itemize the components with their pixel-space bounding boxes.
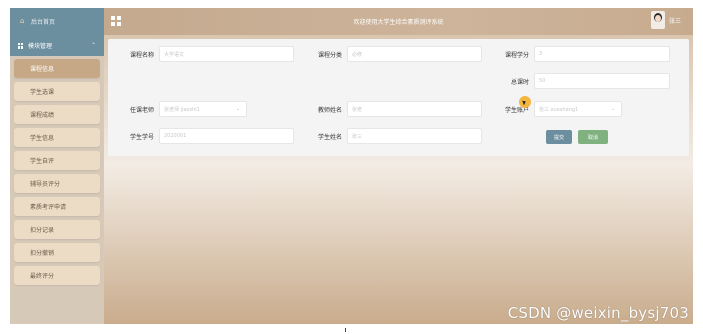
watermark-text: CSDN @weixin_bysj703: [507, 304, 689, 322]
sidebar-item-student-info[interactable]: 学生信息: [14, 128, 100, 147]
sidebar-item-course-selection[interactable]: 学生选课: [14, 82, 100, 101]
home-label: 后台首页: [31, 19, 56, 26]
sidebar-item-deduction-revoke[interactable]: 扣分撤销: [14, 243, 100, 262]
course-name-field: 课程名称 大学语文: [120, 46, 294, 62]
student-name-input[interactable]: 张三: [347, 128, 482, 144]
mouse-cursor-icon: [519, 96, 531, 108]
total-hours-field: 总课时 50: [495, 73, 670, 89]
sidebar-item-label: 课程成绩: [30, 112, 55, 119]
sidebar-item-label: 最终评分: [30, 273, 55, 280]
sidebar-item-label: 学生选课: [30, 89, 55, 96]
sidebar-menu: 课程信息 学生选课 课程成绩 学生信息 学生自评 辅导员评分 素质考评申请 扣分…: [10, 56, 104, 285]
avatar: [650, 11, 665, 29]
total-hours-label: 总课时: [510, 78, 529, 86]
top-bar: ⌂ 后台首页 欢迎使用大学生综合素质测评系统 张三: [10, 8, 693, 35]
chevron-down-icon: ⌄: [235, 106, 240, 112]
course-credit-label: 课程学分: [504, 51, 529, 59]
teacher-select-value: 张老师 jiaoshi1: [164, 106, 200, 113]
teacher-select[interactable]: 张老师 jiaoshi1 ⌄: [159, 101, 247, 117]
student-account-select[interactable]: 张三 xuesheng1 ⌄: [534, 101, 622, 117]
sidebar-item-label: 课程信息: [30, 66, 55, 73]
student-name-label: 学生姓名: [317, 133, 342, 141]
app-frame: ⌂ 后台首页 欢迎使用大学生综合素质测评系统 张三 模块管理 ⌃ 课程信息 学生…: [10, 8, 693, 324]
sidebar-section-title: 模块管理: [28, 43, 53, 50]
sidebar-item-final-score[interactable]: 最终评分: [14, 266, 100, 285]
sidebar-section-header[interactable]: 模块管理 ⌃: [10, 35, 104, 56]
sidebar-item-label: 学生自评: [30, 158, 55, 165]
page-divider-mark: [345, 328, 346, 332]
student-id-input[interactable]: 2020001: [159, 128, 294, 144]
home-link[interactable]: ⌂ 后台首页: [10, 8, 104, 35]
student-id-label: 学生学号: [129, 133, 154, 141]
welcome-text: 欢迎使用大学生综合素质测评系统: [353, 19, 444, 26]
teacher-label: 任课老师: [129, 106, 154, 114]
teacher-field: 任课老师 张老师 jiaoshi1 ⌄: [120, 101, 247, 117]
student-account-select-value: 张三 xuesheng1: [539, 106, 579, 113]
student-account-field: 学生账户 张三 xuesheng1 ⌄: [495, 101, 622, 117]
header-bar: 欢迎使用大学生综合素质测评系统 张三: [104, 8, 693, 35]
course-credit-field: 课程学分 3: [495, 46, 670, 62]
sidebar-item-label: 扣分撤销: [30, 250, 55, 257]
teacher-name-input[interactable]: 张老: [347, 101, 482, 117]
sidebar-item-label: 辅导员评分: [30, 181, 61, 188]
course-category-input[interactable]: 必修: [347, 46, 482, 62]
sidebar-item-self-evaluation[interactable]: 学生自评: [14, 151, 100, 170]
course-form: 课程名称 大学语文 课程分类 必修 课程学分 3 总课时 50 任课老师 张老师…: [108, 39, 689, 156]
total-hours-input[interactable]: 50: [534, 73, 670, 89]
module-grid-icon: [18, 42, 24, 49]
cancel-button[interactable]: 取消: [578, 130, 608, 144]
sidebar-item-course-info[interactable]: 课程信息: [14, 59, 100, 78]
chevron-up-icon: ⌃: [90, 42, 96, 49]
user-menu[interactable]: 张三: [650, 11, 681, 29]
sidebar-item-label: 素质考评申请: [30, 204, 67, 211]
submit-button[interactable]: 提交: [546, 130, 572, 144]
user-name: 张三: [668, 17, 681, 25]
course-name-input[interactable]: 大学语文: [159, 46, 294, 62]
course-credit-input[interactable]: 3: [534, 46, 670, 62]
main-content: 课程名称 大学语文 课程分类 必修 课程学分 3 总课时 50 任课老师 张老师…: [104, 35, 693, 324]
sidebar-item-label: 学生信息: [30, 135, 55, 142]
sidebar: 模块管理 ⌃ 课程信息 学生选课 课程成绩 学生信息 学生自评 辅导员评分 素质…: [10, 35, 104, 324]
course-category-label: 课程分类: [317, 51, 342, 59]
sidebar-item-label: 扣分记录: [30, 227, 55, 234]
sidebar-item-quality-application[interactable]: 素质考评申请: [14, 197, 100, 216]
student-id-field: 学生学号 2020001: [120, 128, 294, 144]
sidebar-item-deduction-records[interactable]: 扣分记录: [14, 220, 100, 239]
sidebar-item-course-grades[interactable]: 课程成绩: [14, 105, 100, 124]
course-name-label: 课程名称: [129, 51, 154, 59]
teacher-name-field: 教师姓名 张老: [308, 101, 482, 117]
chevron-down-icon: ⌄: [610, 106, 615, 112]
sidebar-item-counselor-score[interactable]: 辅导员评分: [14, 174, 100, 193]
student-name-field: 学生姓名 张三: [308, 128, 482, 144]
home-icon: ⌂: [20, 17, 25, 25]
course-category-field: 课程分类 必修: [308, 46, 482, 62]
teacher-name-label: 教师姓名: [317, 106, 342, 114]
